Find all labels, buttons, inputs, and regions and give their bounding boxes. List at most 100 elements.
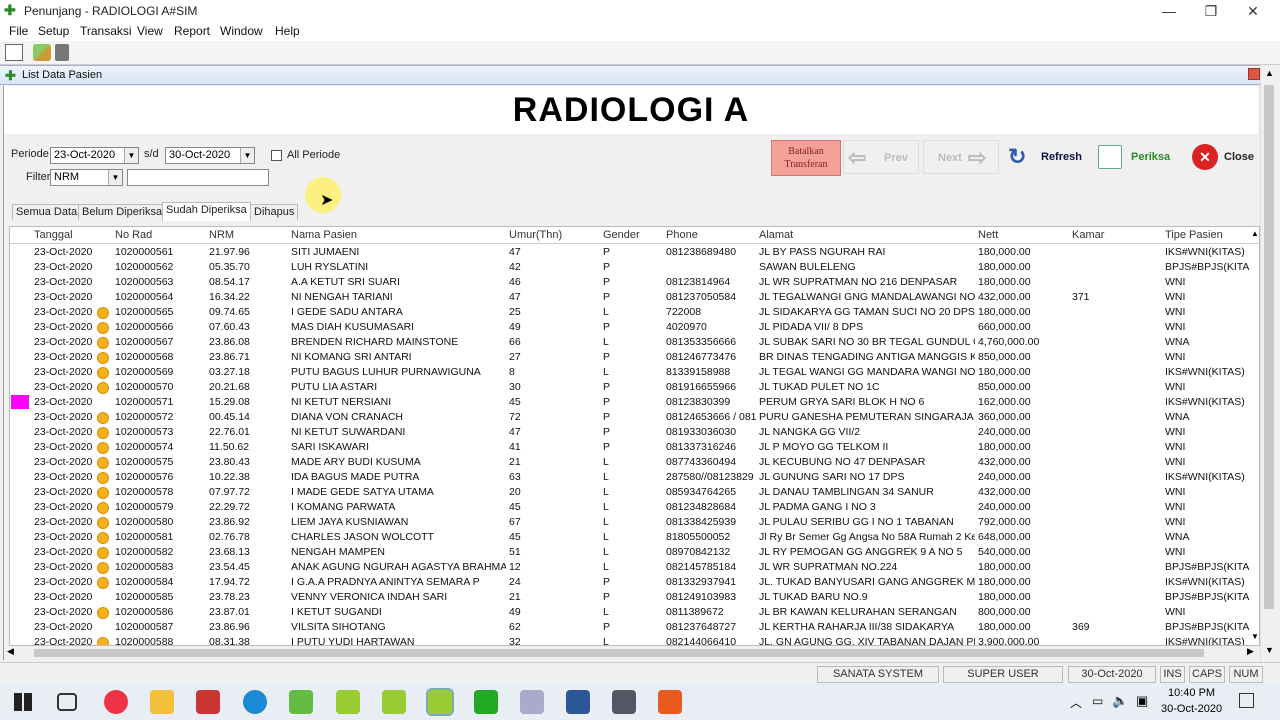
scrollbar-thumb[interactable] xyxy=(1264,85,1274,609)
tray-volume-icon[interactable]: 🔈 xyxy=(1112,693,1128,709)
col-kamar[interactable]: Kamar xyxy=(1072,229,1104,241)
date-from-picker[interactable]: 23-Oct-2020 ▼ xyxy=(50,147,139,164)
table-row[interactable]: 23-Oct-2020 1020000579 22.29.72 I KOMANG PA… xyxy=(10,500,1250,515)
table-row[interactable]: 23-Oct-2020 1020000587 23.86.96 VILSITA SIH… xyxy=(10,620,1250,635)
child-close-icon[interactable] xyxy=(1248,68,1260,80)
maximize-button[interactable]: ❐ xyxy=(1188,0,1234,22)
table-row[interactable]: 23-Oct-2020 1020000586 23.87.01 I KETUT SUG… xyxy=(10,605,1250,620)
grid-scroll-up-icon[interactable]: ▲ xyxy=(1251,229,1259,238)
table-row[interactable]: 23-Oct-2020 1020000564 16.34.22 NI NENGAH T… xyxy=(10,290,1250,305)
tray-chevron-icon[interactable]: ︿ xyxy=(1070,694,1082,711)
table-row[interactable]: 23-Oct-2020 1020000571 15.29.08 NI KETUT NE… xyxy=(10,395,1250,410)
tab-sudah-diperiksa[interactable]: Sudah Diperiksa xyxy=(162,202,251,221)
app-orange-icon[interactable] xyxy=(658,690,682,714)
main-vertical-scrollbar[interactable]: ▲ ▼ xyxy=(1260,65,1277,662)
patient-grid[interactable]: Tanggal No Rad NRM Nama Pasien Umur(Thn)… xyxy=(9,226,1260,646)
file-explorer-icon[interactable] xyxy=(150,690,174,714)
table-row[interactable]: 23-Oct-2020 1020000578 07.97.72 I MADE GEDE… xyxy=(10,485,1250,500)
col-tanggal[interactable]: Tanggal xyxy=(34,229,73,241)
chevron-down-icon[interactable]: ▼ xyxy=(108,170,122,185)
table-row[interactable]: 23-Oct-2020 1020000572 00.45.14 DIANA VON C… xyxy=(10,410,1250,425)
col-phone[interactable]: Phone xyxy=(666,229,698,241)
col-nett[interactable]: Nett xyxy=(978,229,998,241)
sim-app-icon[interactable] xyxy=(336,690,360,714)
task-view-icon[interactable] xyxy=(57,693,77,711)
tab-dihapus[interactable]: Dihapus xyxy=(250,204,299,220)
periksa-button[interactable]: Periksa xyxy=(1095,140,1177,174)
clock-date[interactable]: 30-Oct-2020 xyxy=(1161,703,1222,715)
batalkan-transferan-button[interactable]: Batalkan Transferan xyxy=(771,140,841,176)
table-row[interactable]: 23-Oct-2020 1020000575 23.80.43 MADE ARY BU… xyxy=(10,455,1250,470)
app-red-icon[interactable] xyxy=(196,690,220,714)
exit-icon[interactable] xyxy=(55,44,69,61)
table-row[interactable]: 23-Oct-2020 1020000581 02.76.78 CHARLES JAS… xyxy=(10,530,1250,545)
menu-report[interactable]: Report xyxy=(174,24,210,38)
table-row[interactable]: 23-Oct-2020 1020000582 23.68.13 NENGAH MAMP… xyxy=(10,545,1250,560)
table-row[interactable]: 23-Oct-2020 1020000588 08.31.38 I PUTU YUDI… xyxy=(10,635,1250,645)
all-periode-checkbox[interactable] xyxy=(271,150,282,161)
table-row[interactable]: 23-Oct-2020 1020000566 07.60.43 MAS DIAH KU… xyxy=(10,320,1250,335)
app-green-icon[interactable] xyxy=(474,690,498,714)
word-icon[interactable] xyxy=(566,690,590,714)
refresh-button[interactable]: ↻ Refresh xyxy=(1006,140,1088,174)
table-row[interactable]: 23-Oct-2020 1020000574 11.50.62 SARI ISKAWA… xyxy=(10,440,1250,455)
grid-horizontal-scrollbar[interactable]: ◀ ▶ xyxy=(4,646,1260,660)
table-row[interactable]: 23-Oct-2020 1020000563 08.54.17 A.A KETUT S… xyxy=(10,275,1250,290)
filter-text-input[interactable] xyxy=(127,169,269,186)
menu-transaksi[interactable]: Transaksi xyxy=(80,24,132,38)
table-row[interactable]: 23-Oct-2020 1020000580 23.86.92 LIEM JAYA K… xyxy=(10,515,1250,530)
scroll-left-icon[interactable]: ◀ xyxy=(7,646,14,657)
prev-button[interactable]: ⇦ Prev xyxy=(843,140,919,174)
app-gray-icon[interactable] xyxy=(520,690,544,714)
close-button[interactable]: ✕ Close xyxy=(1188,140,1258,174)
menu-window[interactable]: Window xyxy=(220,24,263,38)
hscroll-thumb[interactable] xyxy=(34,649,1204,657)
scroll-up-icon[interactable]: ▲ xyxy=(1265,68,1274,78)
windows-start-icon[interactable] xyxy=(14,693,32,711)
date-to-picker[interactable]: 30-Oct-2020 ▼ xyxy=(165,147,255,164)
next-button[interactable]: Next ⇨ xyxy=(923,140,999,174)
table-row[interactable]: 23-Oct-2020 1020000576 10.22.38 IDA BAGUS M… xyxy=(10,470,1250,485)
edge-icon[interactable] xyxy=(243,690,267,714)
clock-time[interactable]: 10:40 PM xyxy=(1168,687,1215,699)
app-notepad-icon[interactable] xyxy=(289,690,313,714)
menu-file[interactable]: File xyxy=(9,24,28,38)
chevron-down-icon[interactable]: ▼ xyxy=(240,148,254,163)
table-row[interactable]: 23-Oct-2020 1020000573 22.76.01 NI KETUT SU… xyxy=(10,425,1250,440)
sim-app-2-icon[interactable] xyxy=(382,690,406,714)
table-row[interactable]: 23-Oct-2020 1020000562 05.35.70 LUH RYSLATI… xyxy=(10,260,1250,275)
app-monitor-icon[interactable] xyxy=(612,690,636,714)
menu-view[interactable]: View xyxy=(137,24,163,38)
table-row[interactable]: 23-Oct-2020 1020000567 23.86.08 BRENDEN RIC… xyxy=(10,335,1250,350)
transfer-icon[interactable] xyxy=(33,44,51,61)
filter-select[interactable]: NRM ▼ xyxy=(50,169,123,186)
menu-setup[interactable]: Setup xyxy=(38,24,69,38)
table-row[interactable]: 23-Oct-2020 1020000570 20.21.68 PUTU LIA AS… xyxy=(10,380,1250,395)
tab-belum-diperiksa[interactable]: Belum Diperiksa xyxy=(78,204,167,220)
table-row[interactable]: 23-Oct-2020 1020000561 21.97.96 SITI JUMAEN… xyxy=(10,245,1250,260)
col-tipe-pasien[interactable]: Tipe Pasien xyxy=(1165,229,1223,241)
col-alamat[interactable]: Alamat xyxy=(759,229,793,241)
sim-app-active-icon[interactable] xyxy=(426,688,454,716)
close-window-button[interactable]: ✕ xyxy=(1230,0,1276,22)
chevron-down-icon[interactable]: ▼ xyxy=(124,148,138,163)
tray-network-icon[interactable]: ▣ xyxy=(1136,693,1148,709)
table-row[interactable]: 23-Oct-2020 1020000584 17.94.72 I G.A.A PRA… xyxy=(10,575,1250,590)
chrome-icon[interactable] xyxy=(104,690,128,714)
table-row[interactable]: 23-Oct-2020 1020000568 23.86.71 NI KOMANG S… xyxy=(10,350,1250,365)
minimize-button[interactable]: — xyxy=(1146,0,1192,22)
scroll-right-icon[interactable]: ▶ xyxy=(1247,646,1254,657)
tray-battery-icon[interactable]: ▭ xyxy=(1092,694,1103,708)
table-row[interactable]: 23-Oct-2020 1020000583 23.54.45 ANAK AGUNG … xyxy=(10,560,1250,575)
col-nama-pasien[interactable]: Nama Pasien xyxy=(291,229,357,241)
notification-icon[interactable] xyxy=(1239,693,1254,708)
col-nrm[interactable]: NRM xyxy=(209,229,234,241)
col-umur[interactable]: Umur(Thn) xyxy=(509,229,562,241)
menu-help[interactable]: Help xyxy=(275,24,300,38)
grid-scroll-down-icon[interactable]: ▼ xyxy=(1251,632,1259,641)
tab-semua-data[interactable]: Semua Data xyxy=(12,204,82,220)
table-row[interactable]: 23-Oct-2020 1020000565 09.74.65 I GEDE SADU… xyxy=(10,305,1250,320)
table-row[interactable]: 23-Oct-2020 1020000569 03.27.18 PUTU BAGUS … xyxy=(10,365,1250,380)
edit-icon[interactable] xyxy=(5,44,23,61)
col-no-rad[interactable]: No Rad xyxy=(115,229,152,241)
